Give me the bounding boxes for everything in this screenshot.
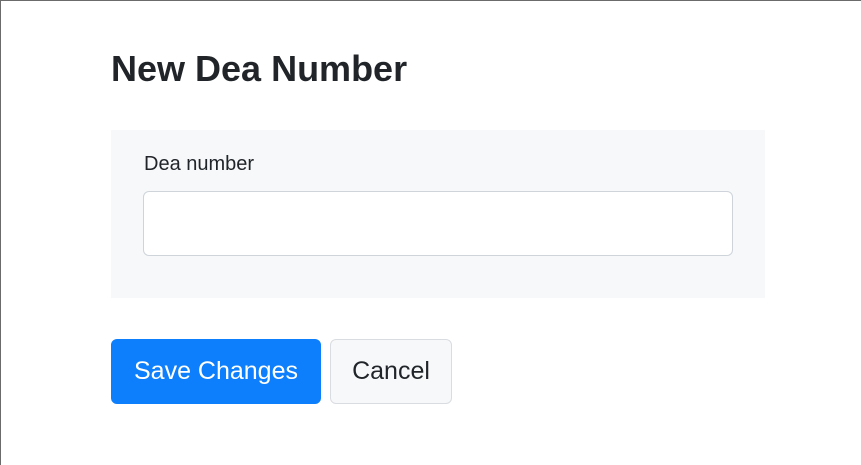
dea-number-label: Dea number [144,153,255,175]
form-card: Dea number [111,130,765,298]
page-viewport: New Dea Number Dea number Save Changes C… [0,0,861,465]
page-title: New Dea Number [111,48,408,89]
dea-number-input[interactable] [143,191,733,256]
cancel-button[interactable]: Cancel [330,339,452,404]
save-changes-button[interactable]: Save Changes [111,339,321,404]
